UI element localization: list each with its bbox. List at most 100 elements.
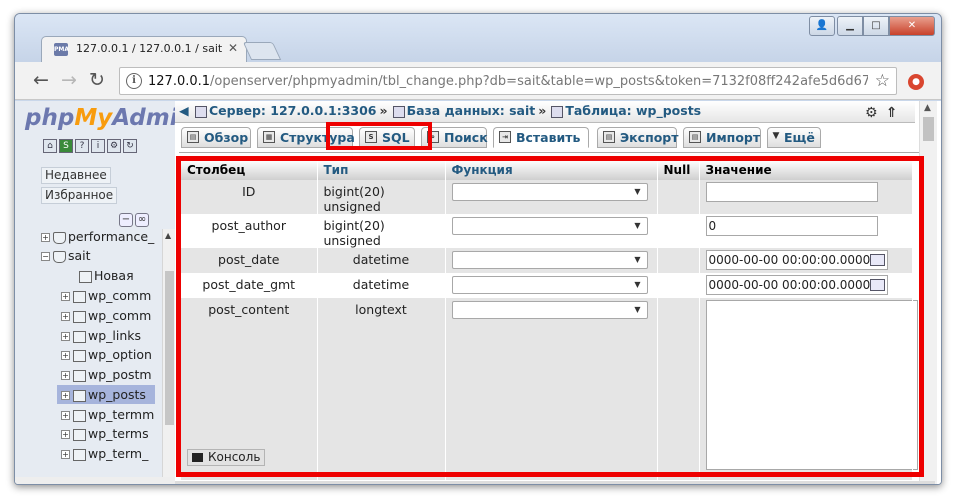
nav-icon-row: ⌂ S? i ⚙ ↻ — [43, 139, 139, 157]
tab-title: 127.0.0.1 / 127.0.0.1 / sait — [76, 42, 223, 55]
sidebar-scrollbar[interactable]: ▲ — [162, 229, 175, 477]
collapse-arrow-icon[interactable]: ◀ — [179, 103, 189, 118]
forward-arrow-icon[interactable]: → — [61, 70, 77, 90]
collapse-top-icon[interactable]: ⇑ — [886, 105, 898, 121]
close-window-button[interactable]: ✕ — [889, 16, 935, 36]
link-icon[interactable]: ∞ — [135, 213, 149, 227]
table-icon — [73, 369, 86, 382]
browser-window: PMA 127.0.0.1 / 127.0.0.1 / sait ✕ 👤 ▁ □… — [14, 13, 942, 485]
tab-import[interactable]: ▤ Импорт — [683, 127, 761, 148]
table-icon — [73, 428, 86, 441]
home-icon[interactable]: ⌂ — [43, 139, 57, 153]
phpmyadmin-logo[interactable]: phpMyAdmi — [25, 105, 175, 131]
horizontal-scrollbar[interactable] — [175, 481, 935, 484]
insert-tab-highlight — [326, 122, 432, 150]
reload-icon[interactable]: ↻ — [89, 70, 105, 90]
tab-close-icon[interactable]: ✕ — [228, 41, 238, 55]
export-icon: ▤ — [603, 131, 615, 143]
breadcrumb-server[interactable]: Сервер: 127.0.0.1:3306 — [209, 103, 377, 118]
expand-icon[interactable]: + — [61, 332, 70, 341]
bookmark-star-icon[interactable]: ☆ — [875, 71, 890, 91]
table-icon — [73, 448, 86, 461]
tab-export[interactable]: ▤ Экспорт — [597, 127, 678, 148]
new-tab-button[interactable] — [242, 42, 282, 60]
tree-item[interactable]: + wp_terms — [61, 424, 149, 443]
collapse-all-icon[interactable]: − — [119, 213, 133, 227]
sql-icon[interactable]: S — [59, 139, 73, 153]
table-icon — [73, 409, 86, 422]
info-icon[interactable]: i — [126, 73, 142, 89]
browser-toolbar: ← → ↻ i 127.0.0.1/openserver/phpmyadmin/… — [15, 62, 941, 100]
expand-icon[interactable]: + — [61, 371, 70, 380]
expand-icon[interactable]: + — [61, 292, 70, 301]
database-icon — [53, 250, 66, 263]
browse-icon: ▤ — [187, 131, 199, 143]
structure-icon: ▦ — [263, 131, 275, 143]
docs-icon[interactable]: ? — [75, 139, 89, 153]
tree-item[interactable]: + wp_term_ — [61, 444, 148, 463]
table-icon — [73, 389, 86, 402]
tree-item[interactable]: + wp_postm — [61, 365, 152, 384]
url-text[interactable]: 127.0.0.1/openserver/phpmyadmin/tbl_chan… — [148, 74, 868, 89]
tree-item-new[interactable]: Новая — [79, 266, 134, 285]
page-viewport: phpMyAdmi ⌂ S? i ⚙ ↻ Недавнее Избранное − ∞ +… — [15, 101, 941, 484]
sidebar-scroll-thumb[interactable] — [165, 271, 174, 425]
tree-item[interactable]: + wp_termm — [61, 405, 154, 424]
main-scroll-thumb[interactable] — [923, 117, 934, 141]
expand-icon[interactable]: + — [61, 391, 70, 400]
breadcrumb: ◀ Сервер: 127.0.0.1:3306» База данных: sa… — [175, 101, 915, 123]
settings-gear-icon[interactable]: ⚙ — [865, 105, 878, 121]
expand-icon[interactable]: + — [61, 430, 70, 439]
expand-icon[interactable]: + — [61, 450, 70, 459]
chevron-down-icon: ▼ — [772, 131, 780, 141]
table-icon — [73, 349, 86, 362]
database-icon — [53, 231, 66, 244]
tree-controls: − ∞ — [119, 207, 155, 227]
tree-item[interactable]: + wp_option — [61, 345, 152, 364]
extension-icon[interactable]: ● — [908, 74, 924, 90]
tree-item-sait[interactable]: − sait — [41, 246, 91, 265]
tree-item[interactable]: + wp_links — [61, 326, 141, 345]
tree-item[interactable]: + wp_comm — [61, 286, 151, 305]
tab-insert[interactable]: ⇥ Вставить — [493, 127, 589, 148]
import-icon: ▤ — [689, 131, 701, 143]
insert-form-highlight — [176, 156, 924, 477]
expand-icon[interactable]: + — [61, 351, 70, 360]
sidebar-horizontal-scrollbar[interactable] — [15, 477, 175, 484]
database-icon — [392, 105, 405, 118]
refresh-icon[interactable]: ↻ — [123, 139, 137, 153]
maximize-button[interactable]: □ — [863, 16, 889, 36]
browser-tab[interactable]: PMA 127.0.0.1 / 127.0.0.1 / sait ✕ — [41, 36, 247, 62]
settings-icon[interactable]: ⚙ — [107, 139, 121, 153]
scroll-up-icon[interactable]: ▲ — [924, 103, 931, 113]
tree-item[interactable]: + wp_comm — [61, 306, 151, 325]
insert-icon: ⇥ — [499, 131, 511, 143]
back-arrow-icon[interactable]: ← — [33, 70, 49, 90]
phpmyadmin-favicon-icon: PMA — [54, 43, 69, 56]
expand-icon[interactable]: + — [61, 312, 70, 321]
help-icon[interactable]: i — [91, 139, 105, 153]
favorite-tables-button[interactable]: Избранное — [41, 187, 118, 204]
breadcrumb-tools: ⚙ ⇑ — [865, 103, 905, 123]
expand-icon[interactable]: + — [41, 233, 50, 242]
minimize-button[interactable]: ▁ — [837, 16, 863, 36]
tab-more[interactable]: ▼ Ещё — [767, 127, 821, 148]
tab-browse[interactable]: ▤ Обзор — [181, 127, 251, 148]
breadcrumb-table[interactable]: Таблица: wp_posts — [565, 103, 701, 118]
table-icon — [73, 310, 86, 323]
title-bar: PMA 127.0.0.1 / 127.0.0.1 / sait ✕ 👤 ▁ □… — [15, 14, 941, 62]
table-icon — [73, 290, 86, 303]
recent-tables-button[interactable]: Недавнее — [41, 167, 111, 184]
user-profile-button[interactable]: 👤 — [809, 16, 835, 36]
tree-item-wp-posts-selected[interactable]: + wp_posts — [57, 385, 155, 404]
breadcrumb-database[interactable]: База данных: sait — [407, 103, 536, 118]
collapse-icon[interactable]: − — [41, 252, 50, 261]
expand-icon[interactable]: + — [61, 411, 70, 420]
scroll-up-icon[interactable]: ▲ — [165, 231, 171, 240]
tree-item[interactable]: + performance_ — [41, 227, 154, 246]
pma-navigation-panel: phpMyAdmi ⌂ S? i ⚙ ↻ Недавнее Избранное − ∞ +… — [15, 101, 175, 484]
pma-tabs: ▤ Обзор ▦ Структура S SQL ⌕ Поиск ⇥ Вставить … — [179, 125, 919, 153]
server-icon — [194, 105, 207, 118]
table-icon — [73, 330, 86, 343]
address-bar[interactable]: i 127.0.0.1/openserver/phpmyadmin/tbl_ch… — [119, 67, 897, 95]
